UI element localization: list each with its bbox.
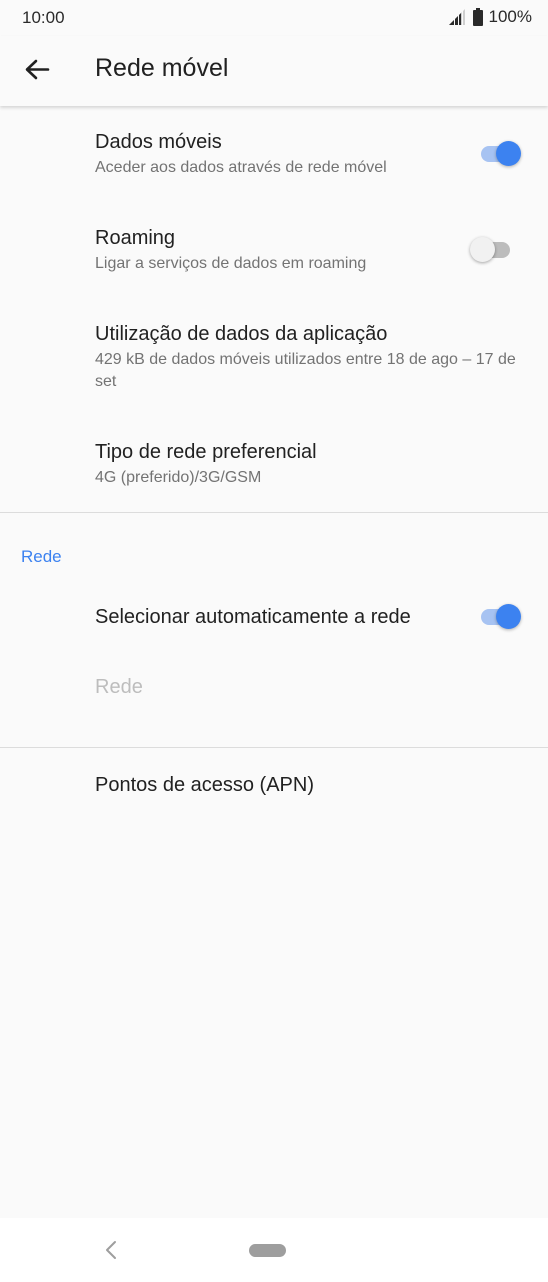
setting-title: Rede (95, 676, 143, 698)
arrow-left-icon[interactable] (20, 53, 54, 87)
battery-percent: 100% (488, 7, 532, 26)
setting-summary: 429 kB de dados móveis utilizados entre … (95, 351, 516, 390)
setting-app-data-usage[interactable]: Utilização de dados da aplicação 429 kB … (95, 321, 520, 393)
mobile-data-toggle[interactable] (479, 139, 523, 167)
toggle-thumb (496, 141, 521, 166)
page-title: Rede móvel (95, 54, 229, 82)
auto-select-network-toggle[interactable] (479, 602, 523, 630)
setting-title: Selecionar automaticamente a rede (95, 606, 411, 628)
chevron-left-icon[interactable] (100, 1238, 122, 1262)
signal-icon (448, 9, 467, 25)
setting-apn[interactable]: Pontos de acesso (APN) (95, 772, 314, 798)
home-pill-icon[interactable] (249, 1244, 286, 1257)
setting-title: Tipo de rede preferencial (95, 441, 317, 463)
setting-roaming[interactable]: Roaming Ligar a serviços de dados em roa… (95, 225, 520, 275)
status-bar: 10:00 100% (0, 0, 548, 36)
setting-summary: 4G (preferido)/3G/GSM (95, 469, 262, 486)
roaming-toggle[interactable] (470, 235, 514, 263)
section-header: Rede (21, 547, 62, 566)
divider (0, 747, 548, 748)
battery-icon (472, 8, 483, 26)
setting-mobile-data[interactable]: Dados móveis Aceder aos dados através de… (95, 129, 520, 179)
setting-summary: Aceder aos dados através de rede móvel (95, 159, 387, 176)
app-bar: Rede móvel (0, 36, 548, 106)
divider (0, 512, 548, 513)
setting-preferred-network[interactable]: Tipo de rede preferencial 4G (preferido)… (95, 439, 520, 489)
setting-title: Dados móveis (95, 131, 222, 153)
status-icons: 100% (448, 7, 532, 27)
setting-title: Roaming (95, 227, 176, 249)
setting-summary: Ligar a serviços de dados em roaming (95, 255, 367, 272)
setting-title: Utilização de dados da aplicação (95, 323, 388, 345)
setting-network: Rede (95, 674, 143, 700)
toggle-thumb (496, 604, 521, 629)
navigation-bar (0, 1218, 548, 1282)
setting-auto-select-network[interactable]: Selecionar automaticamente a rede (95, 604, 411, 630)
status-time: 10:00 (22, 8, 65, 27)
setting-title: Pontos de acesso (APN) (95, 774, 314, 796)
toggle-thumb (470, 237, 495, 262)
